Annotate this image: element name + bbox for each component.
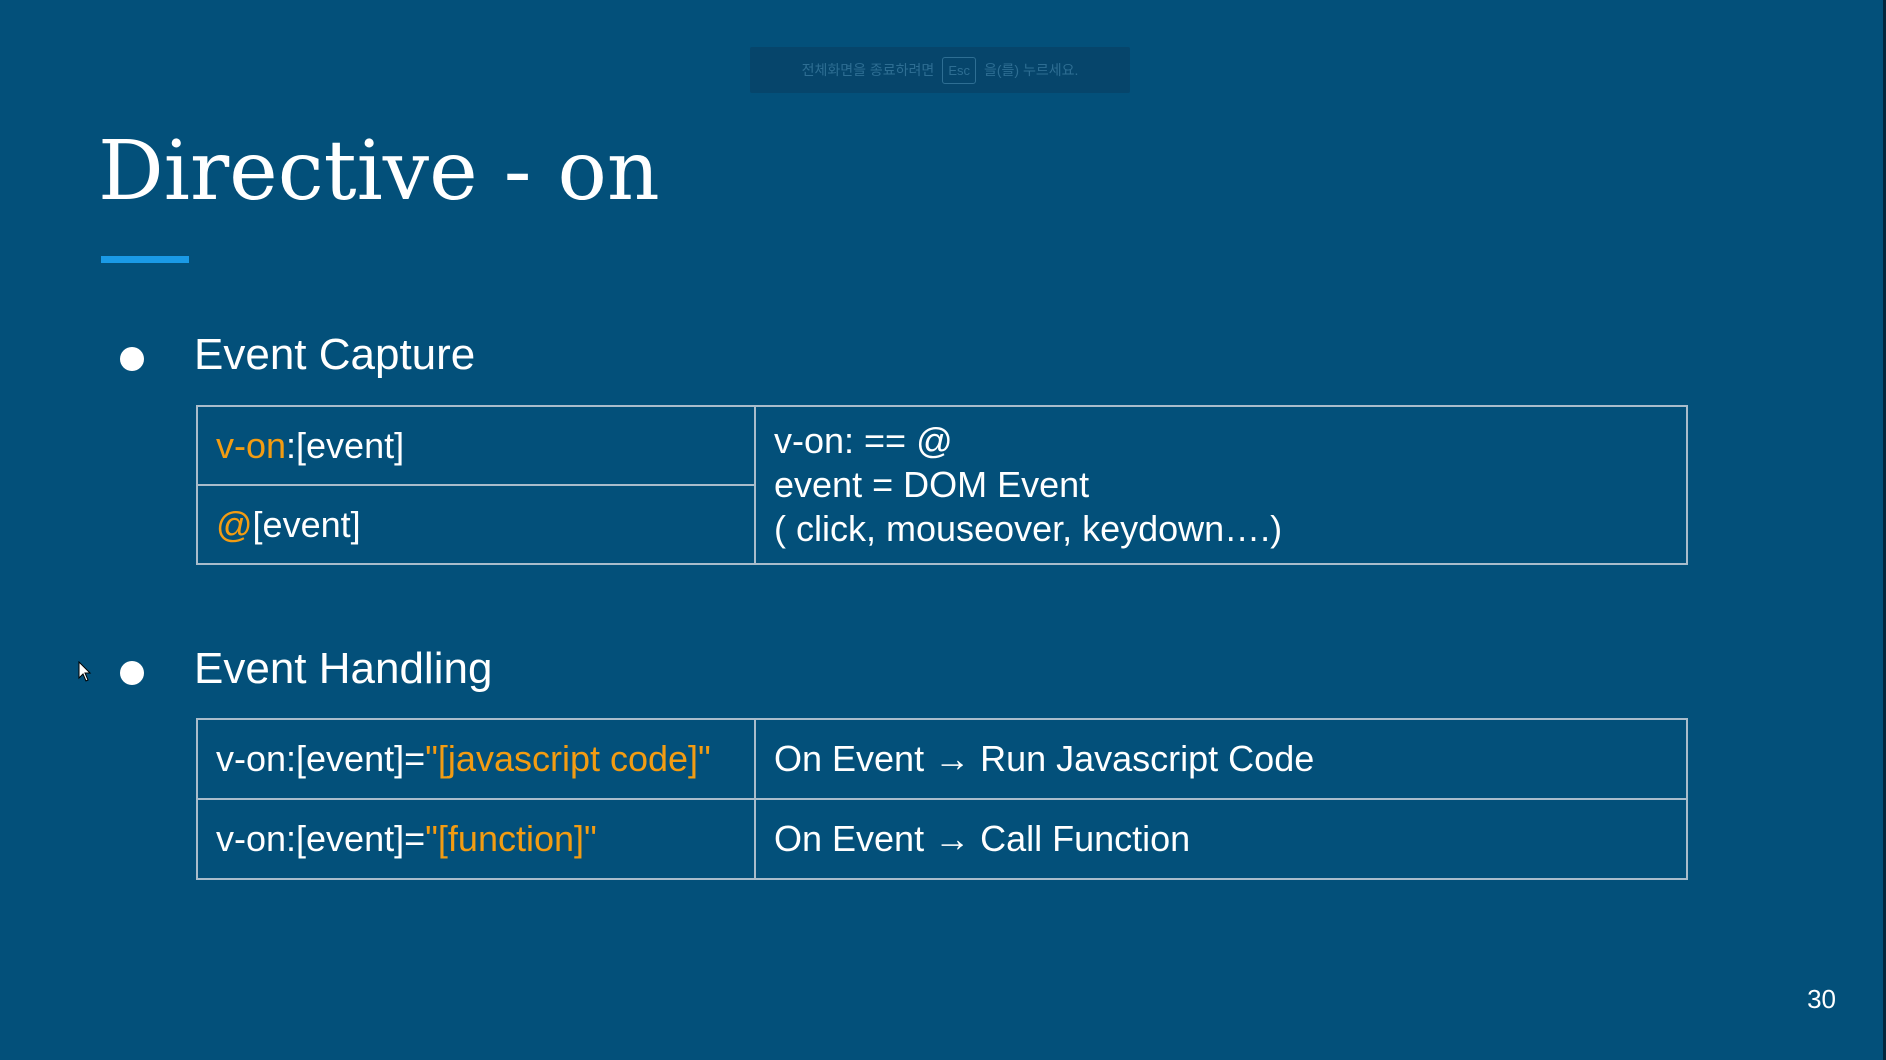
description-line: ( click, mouseover, keydown….) xyxy=(774,508,1283,549)
fullscreen-exit-notice: 전체화면을 종료하려면 Esc 을(를) 누르세요. xyxy=(750,47,1130,93)
event-capture-heading: Event Capture xyxy=(194,330,476,379)
slide-title: Directive - on xyxy=(98,124,660,219)
event-handling-table: v-on:[event]="[javascript code]" On Even… xyxy=(196,718,1688,880)
syntax-text: [event] xyxy=(252,503,361,545)
table-cell-syntax: v-on:[event]="[javascript code]" xyxy=(196,718,756,800)
esc-key-badge: Esc xyxy=(942,56,976,84)
description-line: v-on: == @ xyxy=(774,420,953,461)
table-row: v-on:[event] v-on: == @ event = DOM Even… xyxy=(196,405,1688,565)
bullet-dot-icon xyxy=(120,347,144,371)
title-underline xyxy=(101,256,189,263)
fullscreen-notice-text-after: 을(를) 누르세요. xyxy=(983,62,1079,78)
syntax-text: :[event] xyxy=(286,424,405,466)
syntax-text: v-on:[event]= xyxy=(216,818,426,859)
description-line: event = DOM Event xyxy=(774,464,1090,505)
event-capture-table: v-on:[event] v-on: == @ event = DOM Even… xyxy=(196,405,1688,565)
table-cell-syntax: v-on:[event]="[function]" xyxy=(196,798,756,880)
syntax-highlight: @ xyxy=(216,503,253,545)
page-number: 30 xyxy=(1807,984,1836,1014)
event-handling-heading: Event Handling xyxy=(194,644,493,693)
table-cell-description: v-on: == @ event = DOM Event ( click, mo… xyxy=(754,405,1688,565)
bullet-dot-icon xyxy=(120,661,144,685)
mouse-pointer-icon xyxy=(78,661,92,682)
table-cell-description: On Event → Call Function xyxy=(754,798,1688,880)
table-cell-syntax: @[event] xyxy=(196,484,756,565)
syntax-highlight: "[function]" xyxy=(425,818,597,859)
syntax-text: v-on:[event]= xyxy=(216,738,426,779)
table-row: v-on:[event]="[function]" On Event → Cal… xyxy=(196,798,1688,880)
table-cell-description: On Event → Run Javascript Code xyxy=(754,718,1688,800)
syntax-highlight: v-on xyxy=(216,424,287,466)
fullscreen-notice-text-before: 전체화면을 종료하려면 xyxy=(801,62,935,78)
table-row: v-on:[event]="[javascript code]" On Even… xyxy=(196,718,1688,800)
syntax-highlight: "[javascript code]" xyxy=(425,738,711,779)
table-cell-syntax: v-on:[event] xyxy=(196,405,756,486)
presentation-slide: 전체화면을 종료하려면 Esc 을(를) 누르세요. Directive - o… xyxy=(0,0,1886,1060)
